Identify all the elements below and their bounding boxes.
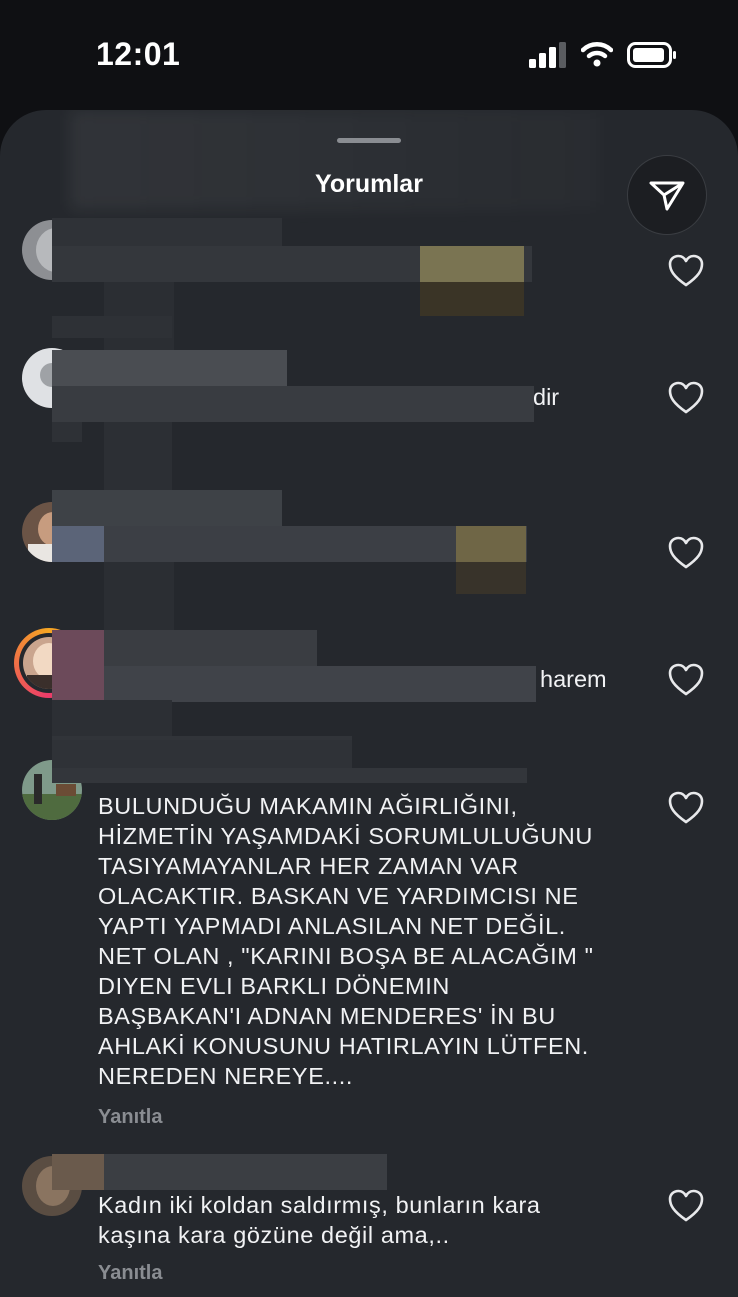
- like-heart-icon[interactable]: [668, 254, 704, 288]
- comment-text: Kadın iki koldan saldırmış, bunların kar…: [98, 1192, 541, 1248]
- redacted-username: [52, 1154, 387, 1194]
- status-bar: 12:01: [0, 0, 738, 110]
- like-heart-icon[interactable]: [668, 663, 704, 697]
- wifi-icon: [581, 42, 613, 67]
- comment-text-fragment: dir: [533, 384, 560, 410]
- comment-text-fragment: harem: [540, 666, 607, 692]
- cellular-signal-icon: [529, 42, 566, 68]
- share-button[interactable]: [627, 155, 707, 235]
- like-heart-icon[interactable]: [668, 791, 704, 825]
- comment-text: BULUNDUĞU MAKAMIN AĞIRLIĞINI, HİZMETİN Y…: [98, 793, 594, 1089]
- sheet-grabber[interactable]: [337, 138, 401, 143]
- send-icon: [649, 181, 685, 211]
- comments-sheet: Yorumlar dir harem BULUNDUĞU MAKAMIN AĞI…: [0, 110, 738, 1297]
- like-heart-icon[interactable]: [668, 536, 704, 570]
- reply-button[interactable]: Yanıtla: [98, 1262, 162, 1285]
- like-heart-icon[interactable]: [668, 381, 704, 415]
- like-heart-icon[interactable]: [668, 1189, 704, 1223]
- status-time: 12:01: [96, 36, 181, 72]
- reply-button[interactable]: Yanıtla: [98, 1106, 162, 1129]
- battery-icon: [627, 42, 676, 68]
- redacted-username: [52, 740, 527, 785]
